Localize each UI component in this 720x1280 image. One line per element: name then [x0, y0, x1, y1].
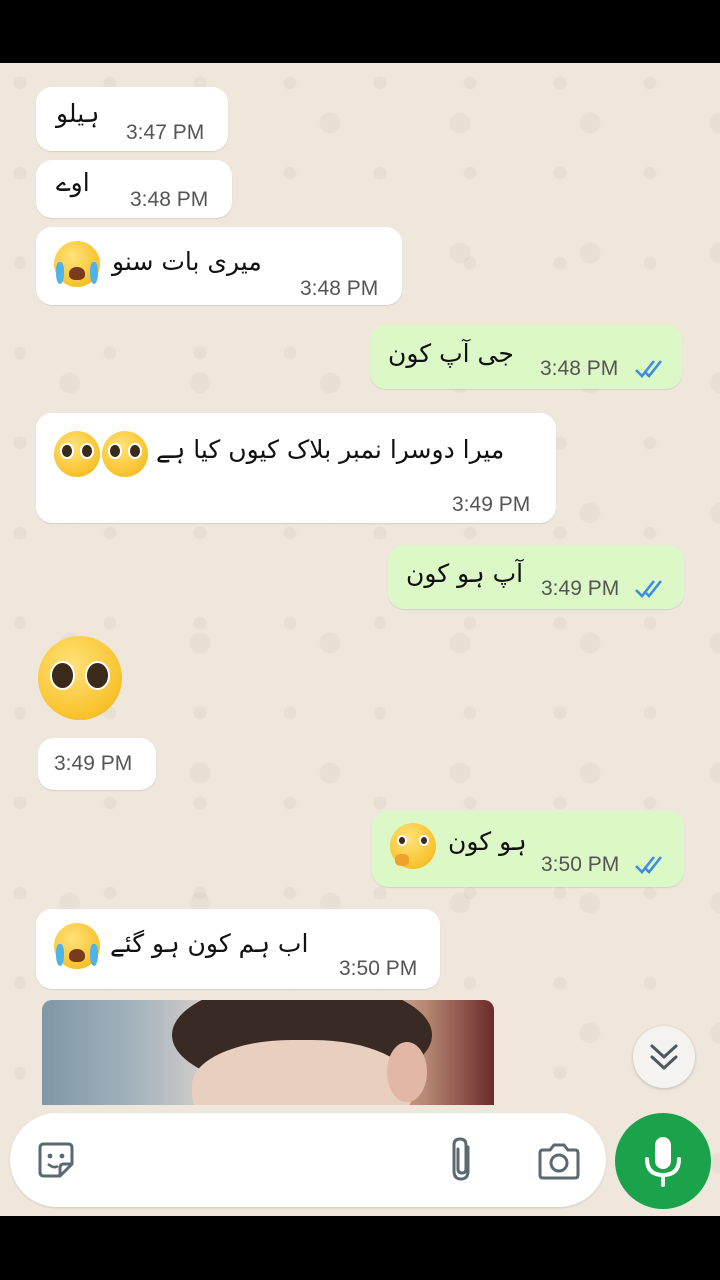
chat-area[interactable]: ہیلو 3:47 PM اوے 3:48 PM میری بات سنو 3:…	[0, 63, 720, 1216]
loudly-crying-face-icon	[54, 923, 100, 969]
message-text: آپ ہو کون	[406, 559, 524, 588]
double-chevron-down-icon	[650, 1044, 678, 1070]
message-input[interactable]	[106, 1135, 426, 1185]
message-bubble-incoming[interactable]: 3:49 PM	[38, 738, 156, 790]
microphone-icon	[645, 1137, 681, 1187]
message-text: اب ہم کون ہو گئے	[110, 929, 309, 958]
message-time: 3:49 PM	[541, 577, 620, 600]
pleading-face-icon	[102, 431, 148, 477]
message-bubble-incoming[interactable]: اب ہم کون ہو گئے 3:50 PM	[36, 909, 440, 989]
voice-message-button[interactable]	[615, 1113, 711, 1209]
navigation-bar	[0, 1216, 720, 1280]
message-time: 3:48 PM	[130, 188, 209, 211]
message-bubble-incoming[interactable]: میرا دوسرا نمبر بلاک کیوں کیا ہے 3:49 PM	[36, 413, 556, 523]
message-text: میری بات سنو	[112, 247, 262, 276]
message-time: 3:49 PM	[54, 752, 133, 775]
message-text: ہیلو	[56, 99, 100, 128]
pleading-face-icon	[54, 431, 100, 477]
message-time: 3:47 PM	[126, 121, 205, 144]
message-bubble-incoming[interactable]: اوے 3:48 PM	[36, 160, 232, 218]
pleading-face-icon[interactable]	[38, 636, 122, 720]
scroll-to-bottom-button[interactable]	[633, 1026, 695, 1088]
message-composer	[10, 1113, 606, 1207]
status-bar	[0, 0, 720, 63]
thinking-face-icon	[390, 823, 436, 869]
message-bubble-outgoing[interactable]: ہو کون 3:50 PM	[372, 811, 684, 887]
message-bubble-incoming[interactable]: ہیلو 3:47 PM	[36, 87, 228, 151]
message-time: 3:50 PM	[339, 957, 418, 980]
photo-message[interactable]	[42, 1000, 494, 1105]
message-text: میرا دوسرا نمبر بلاک کیوں کیا ہے	[156, 435, 505, 464]
sticker-icon[interactable]	[34, 1138, 78, 1182]
read-receipt-icon	[635, 360, 663, 378]
message-text: اوے	[56, 168, 90, 197]
paperclip-icon[interactable]	[442, 1135, 482, 1185]
message-text: ہو کون	[448, 827, 527, 856]
message-bubble-outgoing[interactable]: آپ ہو کون 3:49 PM	[388, 545, 684, 609]
message-bubble-outgoing[interactable]: جی آپ کون 3:48 PM	[370, 325, 682, 389]
message-time: 3:48 PM	[540, 357, 619, 380]
message-bubble-incoming[interactable]: میری بات سنو 3:48 PM	[36, 227, 402, 305]
read-receipt-icon	[635, 856, 663, 874]
message-time: 3:49 PM	[452, 493, 531, 516]
message-time: 3:50 PM	[541, 853, 620, 876]
message-time: 3:48 PM	[300, 277, 379, 300]
message-text: جی آپ کون	[388, 339, 514, 368]
loudly-crying-face-icon	[54, 241, 100, 287]
read-receipt-icon	[635, 580, 663, 598]
camera-icon[interactable]	[536, 1141, 582, 1181]
